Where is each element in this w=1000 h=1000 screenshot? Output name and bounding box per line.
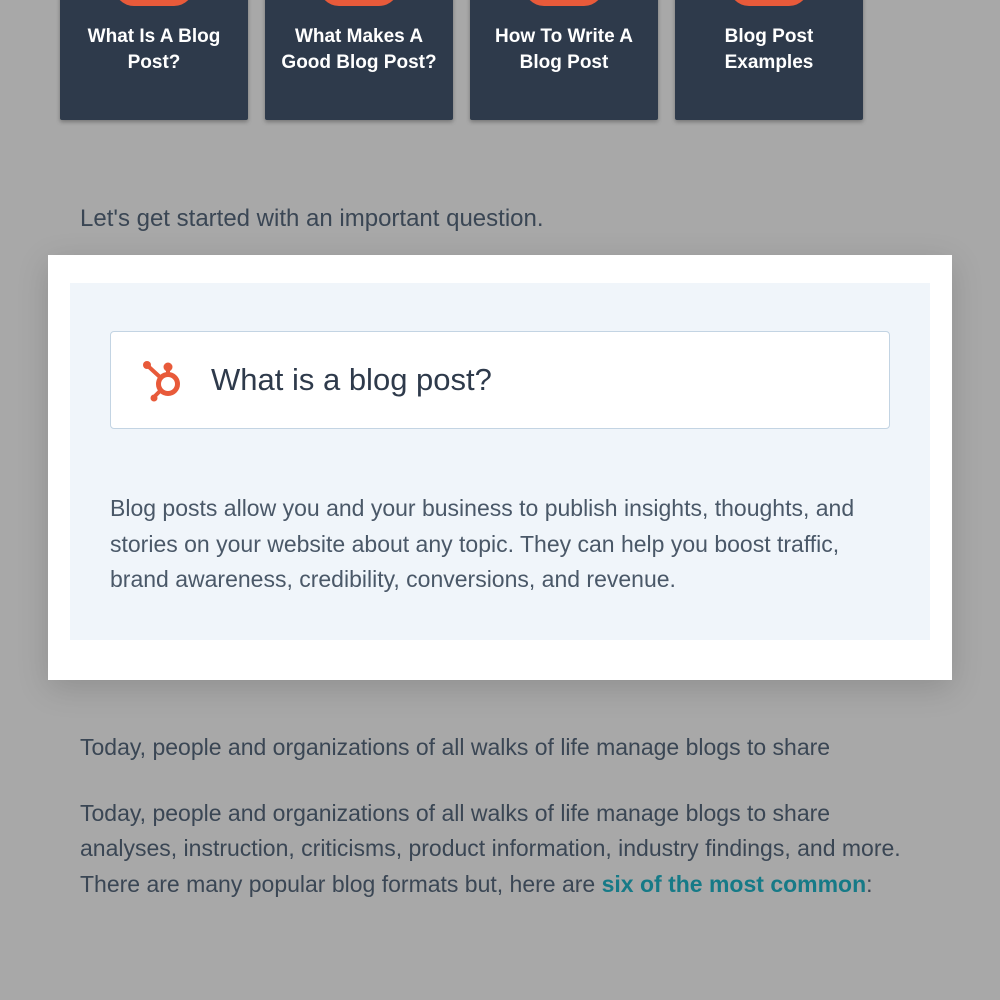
featured-inner-box: What is a blog post? Blog posts allow yo… — [70, 283, 930, 640]
intro-paragraph: Let's get started with an important ques… — [0, 205, 1000, 233]
body-text-post: : — [866, 871, 872, 897]
featured-question-heading: What is a blog post? — [211, 362, 492, 398]
nav-card-accent-icon — [524, 0, 604, 6]
nav-card-good-blog[interactable]: What Makes A Good Blog Post? — [265, 0, 453, 120]
six-common-link[interactable]: six of the most common — [602, 871, 867, 897]
nav-card-examples[interactable]: Blog Post Examples — [675, 0, 863, 120]
featured-answer-text: Blog posts allow you and your business t… — [110, 491, 890, 598]
body-paragraph-1: Today, people and organizations of all w… — [0, 730, 1000, 766]
nav-card-label: How To Write A Blog Post — [470, 24, 658, 75]
nav-cards-row: What Is A Blog Post? What Makes A Good B… — [0, 0, 1000, 120]
nav-card-label: Blog Post Examples — [675, 24, 863, 75]
nav-card-accent-icon — [114, 0, 194, 6]
featured-highlight-panel: What is a blog post? Blog posts allow yo… — [48, 255, 952, 680]
nav-card-how-to-write[interactable]: How To Write A Blog Post — [470, 0, 658, 120]
nav-card-what-is[interactable]: What Is A Blog Post? — [60, 0, 248, 120]
nav-card-accent-icon — [729, 0, 809, 6]
nav-card-label: What Is A Blog Post? — [60, 24, 248, 75]
question-card: What is a blog post? — [110, 331, 890, 429]
body-paragraph-2: Today, people and organizations of all w… — [0, 796, 1000, 903]
hubspot-logo-icon — [139, 358, 183, 402]
nav-card-accent-icon — [319, 0, 399, 6]
nav-card-label: What Makes A Good Blog Post? — [265, 24, 453, 75]
